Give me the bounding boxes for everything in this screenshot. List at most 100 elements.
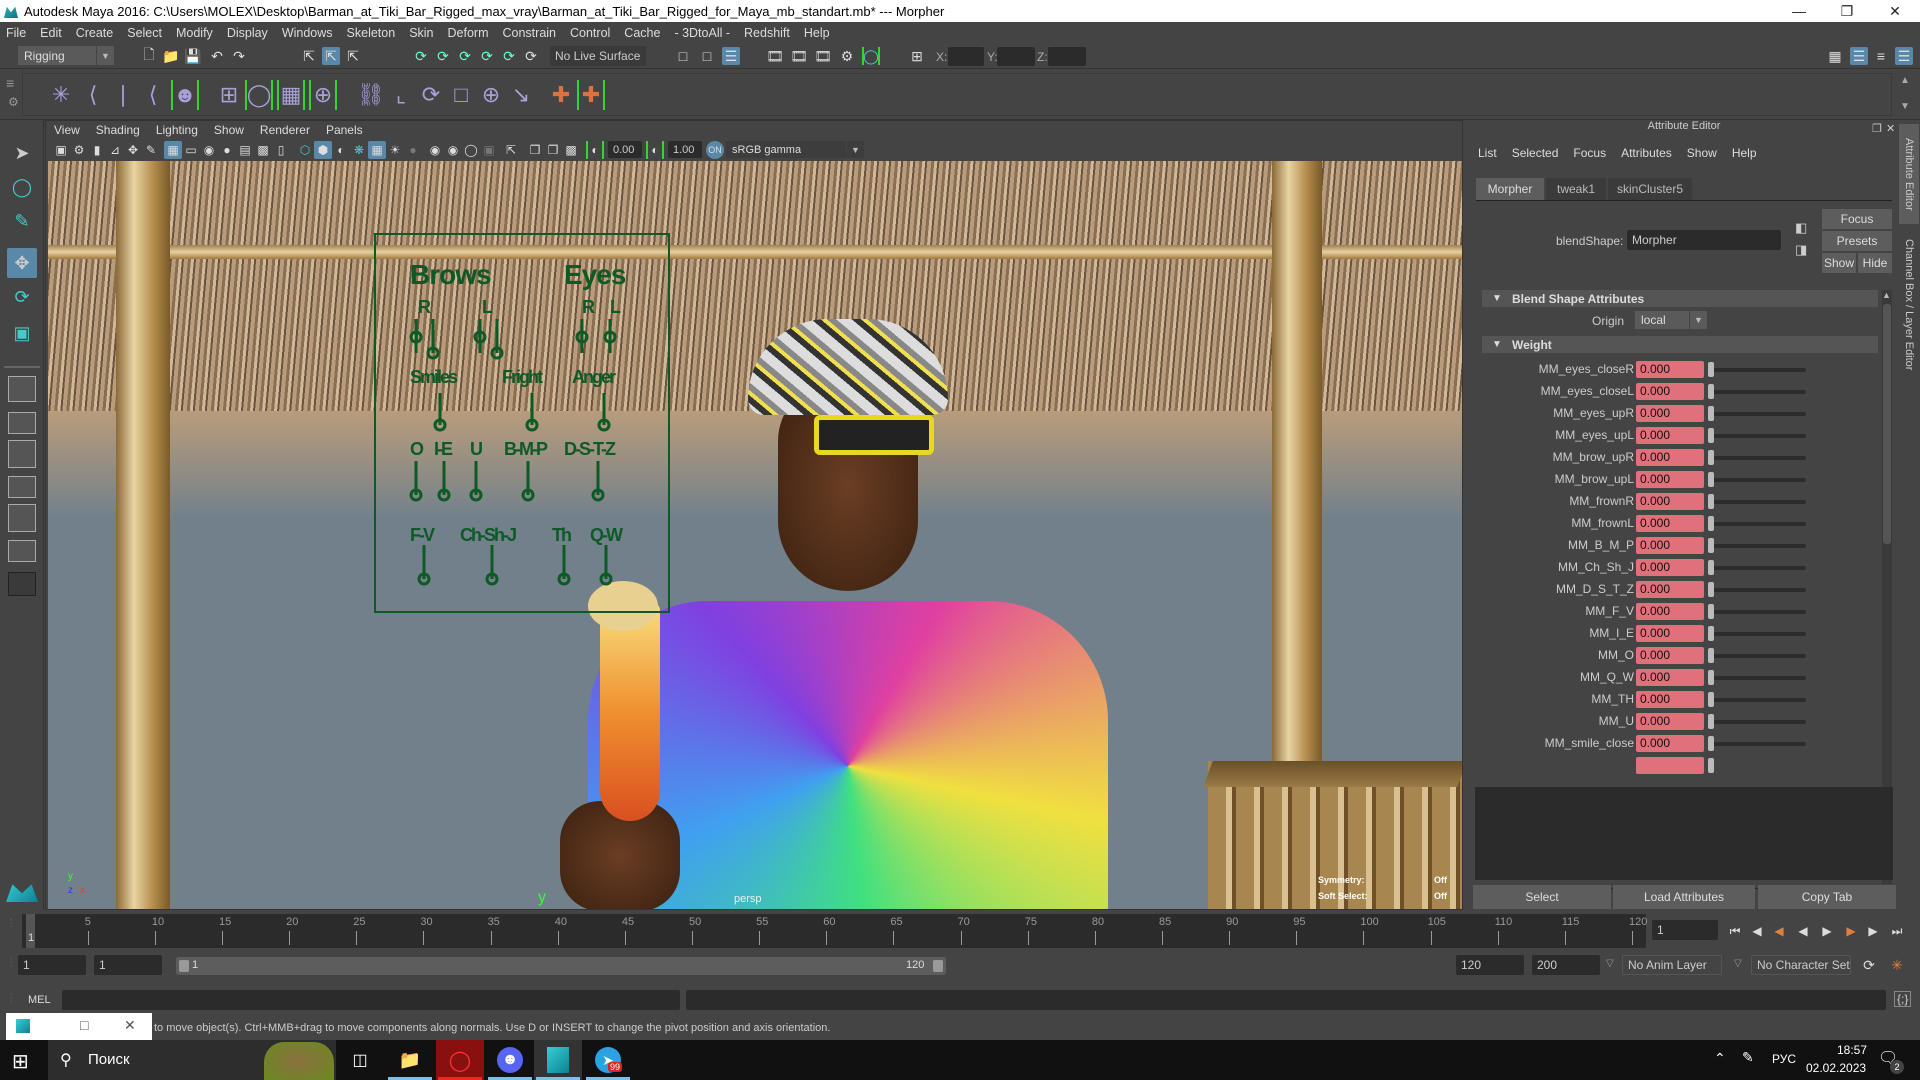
weight-slider-handle[interactable] xyxy=(1708,648,1714,663)
snap-surface-icon[interactable]: ⟳ xyxy=(500,47,518,65)
open-scene-icon[interactable]: 📁 xyxy=(162,47,180,65)
weight-slider-handle[interactable] xyxy=(1708,582,1714,597)
render-current-frame-icon[interactable]: 🎞 xyxy=(766,47,784,65)
weight-value-field[interactable]: 0.000 xyxy=(1636,559,1704,576)
playback-start-field[interactable]: 1 xyxy=(94,955,162,975)
snap-point-icon[interactable]: ⟳ xyxy=(456,47,474,65)
custom-layout-dropdown[interactable] xyxy=(8,572,36,596)
auto-key-icon[interactable]: ⟳ xyxy=(1860,956,1878,974)
load-attributes-button[interactable]: Load Attributes xyxy=(1613,885,1755,909)
drag-handle-icon[interactable]: ⋮ xyxy=(6,957,16,968)
weight-slider-track[interactable] xyxy=(1710,698,1806,702)
weight-slider-handle[interactable] xyxy=(1708,516,1714,531)
xform-mode-icon[interactable]: ⊞ xyxy=(908,47,926,65)
character-set-chevron-icon[interactable]: ▽ xyxy=(1734,958,1742,969)
use-all-lights-icon[interactable]: ☀ xyxy=(386,141,404,159)
go-to-end-icon[interactable]: ⏭ xyxy=(1888,922,1906,940)
snap-view-icon[interactable]: ⟳ xyxy=(478,47,496,65)
view-transform-dropdown[interactable]: sRGB gamma ▼ xyxy=(726,141,864,158)
ae-menu-focus[interactable]: Focus xyxy=(1573,146,1606,160)
snap-live-icon[interactable]: ⟳ xyxy=(522,47,540,65)
weight-slider-track[interactable] xyxy=(1710,588,1806,592)
weight-slider-handle[interactable] xyxy=(1708,626,1714,641)
input-connection-icon[interactable]: ◧ xyxy=(1795,220,1807,236)
grease-pencil-icon[interactable]: ✎ xyxy=(142,141,160,159)
shadows-icon[interactable]: ● xyxy=(404,141,422,159)
face-rig-gui[interactable]: Brows Eyes R L R L Smiles Fright Anger O… xyxy=(374,233,670,613)
weight-slider-track[interactable] xyxy=(1710,434,1806,438)
weight-value-field[interactable]: 0.000 xyxy=(1636,493,1704,510)
single-pane-layout-icon[interactable] xyxy=(8,376,36,402)
drag-handle-icon[interactable]: ⋮ xyxy=(6,993,16,1004)
weight-slider-handle[interactable] xyxy=(1708,362,1714,377)
file-explorer-button[interactable]: 📁 xyxy=(386,1040,434,1080)
origin-dropdown[interactable]: local ▼ xyxy=(1635,311,1707,329)
script-editor-icon[interactable]: {;} xyxy=(1894,991,1912,1007)
menu-select[interactable]: Select xyxy=(127,26,162,40)
weight-slider-handle[interactable] xyxy=(1708,472,1714,487)
weight-slider-handle[interactable] xyxy=(1708,494,1714,509)
exposure-icon[interactable]: ◐ xyxy=(586,141,604,159)
current-frame-field[interactable]: 1 xyxy=(1652,920,1718,940)
animation-end-field[interactable]: 200 xyxy=(1532,955,1600,975)
isolate-select-icon[interactable]: ⇱ xyxy=(502,141,520,159)
color-management-toggle-icon[interactable]: ON xyxy=(706,141,724,159)
menu-redshift[interactable]: Redshift xyxy=(744,26,790,40)
vp-menu-renderer[interactable]: Renderer xyxy=(260,123,310,137)
wireframe-on-shaded-icon[interactable]: ❋ xyxy=(350,141,368,159)
weight-value-field[interactable]: 0.000 xyxy=(1636,405,1704,422)
input-ops-icon[interactable]: □ xyxy=(674,47,692,65)
menu-create[interactable]: Create xyxy=(76,26,114,40)
copy-tab-button[interactable]: Copy Tab xyxy=(1758,885,1896,909)
tab-skincluster5[interactable]: skinCluster5 xyxy=(1608,178,1692,200)
character-set-dropdown[interactable]: No Character Set xyxy=(1751,955,1851,975)
weight-value-field[interactable]: 0.000 xyxy=(1636,625,1704,642)
add-influence-icon[interactable]: ✚ xyxy=(547,80,575,110)
weight-slider-track[interactable] xyxy=(1710,412,1806,416)
shelf-settings-icon[interactable]: ⚙ xyxy=(8,95,19,109)
section-blend-shape-attributes[interactable]: ▼ Blend Shape Attributes xyxy=(1482,290,1878,307)
live-surface-field[interactable]: No Live Surface xyxy=(550,46,646,66)
ae-menu-show[interactable]: Show xyxy=(1687,146,1717,160)
weight-value-field[interactable]: 0.000 xyxy=(1636,581,1704,598)
command-input[interactable] xyxy=(62,990,680,1010)
insert-joint-icon[interactable]: ⟨ xyxy=(79,80,107,110)
weight-slider-track[interactable] xyxy=(1710,742,1806,746)
weight-value-field[interactable]: 0.000 xyxy=(1636,691,1704,708)
hypershade-persp-layout-icon[interactable] xyxy=(8,504,36,532)
section-weight[interactable]: ▼ Weight xyxy=(1482,336,1878,353)
menu-file[interactable]: File xyxy=(6,26,26,40)
go-to-start-icon[interactable]: ⏮ xyxy=(1726,922,1744,940)
ipr-render-icon[interactable]: 🎞 xyxy=(814,47,832,65)
shelf-scroll-down-icon[interactable]: ▼ xyxy=(1900,101,1910,112)
taskbar-thumbnail-preview[interactable]: □ ✕ xyxy=(6,1013,152,1041)
minimize-button[interactable]: — xyxy=(1776,0,1822,22)
time-slider-track[interactable]: 1 5 10 15 20 25 30 35 40 45 50 55 60 65 70 75 80 85 90 95 1… xyxy=(22,914,1647,948)
menu-help[interactable]: Help xyxy=(804,26,830,40)
close-panel-icon[interactable]: ✕ xyxy=(1886,122,1895,135)
vp-menu-panels[interactable]: Panels xyxy=(326,123,363,137)
field-chart-icon[interactable]: ▤ xyxy=(236,141,254,159)
weight-value-field[interactable]: 0.000 xyxy=(1636,603,1704,620)
vp-menu-lighting[interactable]: Lighting xyxy=(156,123,198,137)
weight-value-field[interactable]: 0.000 xyxy=(1636,735,1704,752)
notes-textarea[interactable] xyxy=(1475,787,1893,880)
weight-slider-track[interactable] xyxy=(1710,478,1806,482)
motion-blur-icon[interactable]: ◉ xyxy=(444,141,462,159)
orient-constraint-icon[interactable]: ⟳ xyxy=(417,80,445,110)
weight-slider-track[interactable] xyxy=(1710,566,1806,570)
menu-cache[interactable]: Cache xyxy=(624,26,660,40)
wire-icon[interactable]: ⊕ xyxy=(309,80,337,110)
save-scene-icon[interactable]: 💾 xyxy=(184,47,202,65)
menu-edit[interactable]: Edit xyxy=(40,26,62,40)
select-tool-icon[interactable]: ➤ xyxy=(7,138,37,168)
task-view-button[interactable]: ◫ xyxy=(336,1040,384,1080)
output-connection-icon[interactable]: ◨ xyxy=(1795,242,1807,258)
paint-select-tool-icon[interactable]: ✎ xyxy=(7,206,37,236)
focus-button[interactable]: Focus xyxy=(1822,209,1892,229)
aim-constraint-icon[interactable]: ⊕ xyxy=(477,80,505,110)
weight-slider-handle[interactable] xyxy=(1708,560,1714,575)
undo-icon[interactable]: ↶ xyxy=(208,47,226,65)
select-hierarchy-icon[interactable]: ⇱ xyxy=(300,47,318,65)
weight-slider-handle[interactable] xyxy=(1708,692,1714,707)
